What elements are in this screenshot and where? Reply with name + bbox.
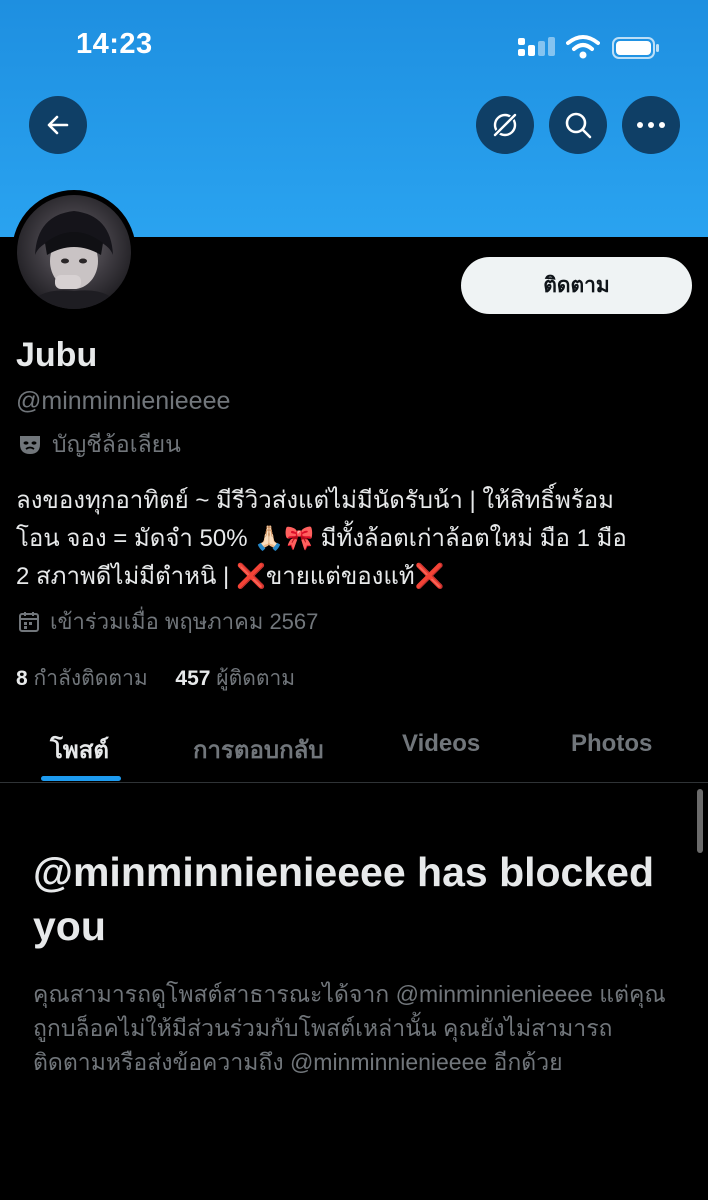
parody-mask-icon — [20, 436, 40, 454]
following-count: 8 — [16, 667, 28, 690]
blocked-description: คุณสามารถดูโพสต์สาธารณะได้จาก @minminnie… — [33, 981, 666, 1075]
scrollbar[interactable] — [697, 789, 703, 853]
back-arrow-icon — [47, 115, 69, 135]
wifi-icon — [566, 35, 600, 59]
back-button[interactable] — [29, 96, 87, 154]
tab-photos[interactable]: Photos — [571, 730, 652, 758]
profile-bio: ลงของทุกอาทิตย์ ~ มีรีวิวส่งแต่ไม่มีนัดร… — [16, 482, 696, 596]
bio-line: โอน จอง = มัดจำ 50% 🙏🏻🎀 มีทั้งล้อตเก่าล้… — [16, 525, 627, 552]
profile-tabs: โพสต์ การตอบกลับ Videos Photos — [0, 712, 708, 783]
avatar-image — [17, 195, 131, 309]
parody-text: บัญชีล้อเลียน — [52, 431, 181, 457]
tab-posts[interactable]: โพสต์ — [50, 730, 109, 769]
followers-count: 457 — [175, 667, 211, 690]
calendar-icon — [19, 611, 39, 632]
profile-handle: @minminnienieeee — [16, 387, 231, 415]
bio-line: ลงของทุกอาทิตย์ ~ มีรีวิวส่งแต่ไม่มีนัดร… — [16, 487, 614, 514]
battery-icon — [612, 37, 659, 59]
signal-icon — [518, 37, 555, 56]
tab-replies[interactable]: การตอบกลับ — [193, 730, 324, 769]
join-date-text: เข้าร่วมเมื่อ พฤษภาคม 2567 — [50, 609, 319, 634]
follow-counts: 8 กำลังติดตาม 457 ผู้ติดตาม — [16, 662, 295, 695]
parody-label: บัญชีล้อเลียน — [18, 427, 181, 463]
following-link[interactable]: 8 กำลังติดตาม — [16, 667, 148, 690]
more-icon — [637, 122, 665, 128]
followers-label: ผู้ติดตาม — [216, 667, 296, 690]
more-button[interactable] — [622, 96, 680, 154]
followers-link[interactable]: 457 ผู้ติดตาม — [175, 667, 295, 690]
join-date: เข้าร่วมเมื่อ พฤษภาคม 2567 — [18, 604, 318, 639]
profile-name: Jubu — [16, 336, 98, 374]
grok-button[interactable] — [476, 96, 534, 154]
grok-icon — [492, 112, 518, 138]
blocked-title: @minminnienieeee has blocked you — [33, 849, 655, 949]
follow-button[interactable]: ติดตาม — [461, 257, 692, 314]
search-button[interactable] — [549, 96, 607, 154]
tab-videos[interactable]: Videos — [402, 730, 480, 758]
active-tab-indicator — [41, 776, 121, 781]
avatar[interactable] — [12, 190, 136, 314]
status-time: 14:23 — [76, 28, 153, 60]
bio-line: 2 สภาพดีไม่มีตำหนิ | ❌ขายแต่ของแท้❌ — [16, 563, 445, 590]
status-bar: 14:23 — [0, 28, 708, 68]
search-icon — [565, 112, 592, 139]
following-label: กำลังติดตาม — [33, 667, 148, 690]
